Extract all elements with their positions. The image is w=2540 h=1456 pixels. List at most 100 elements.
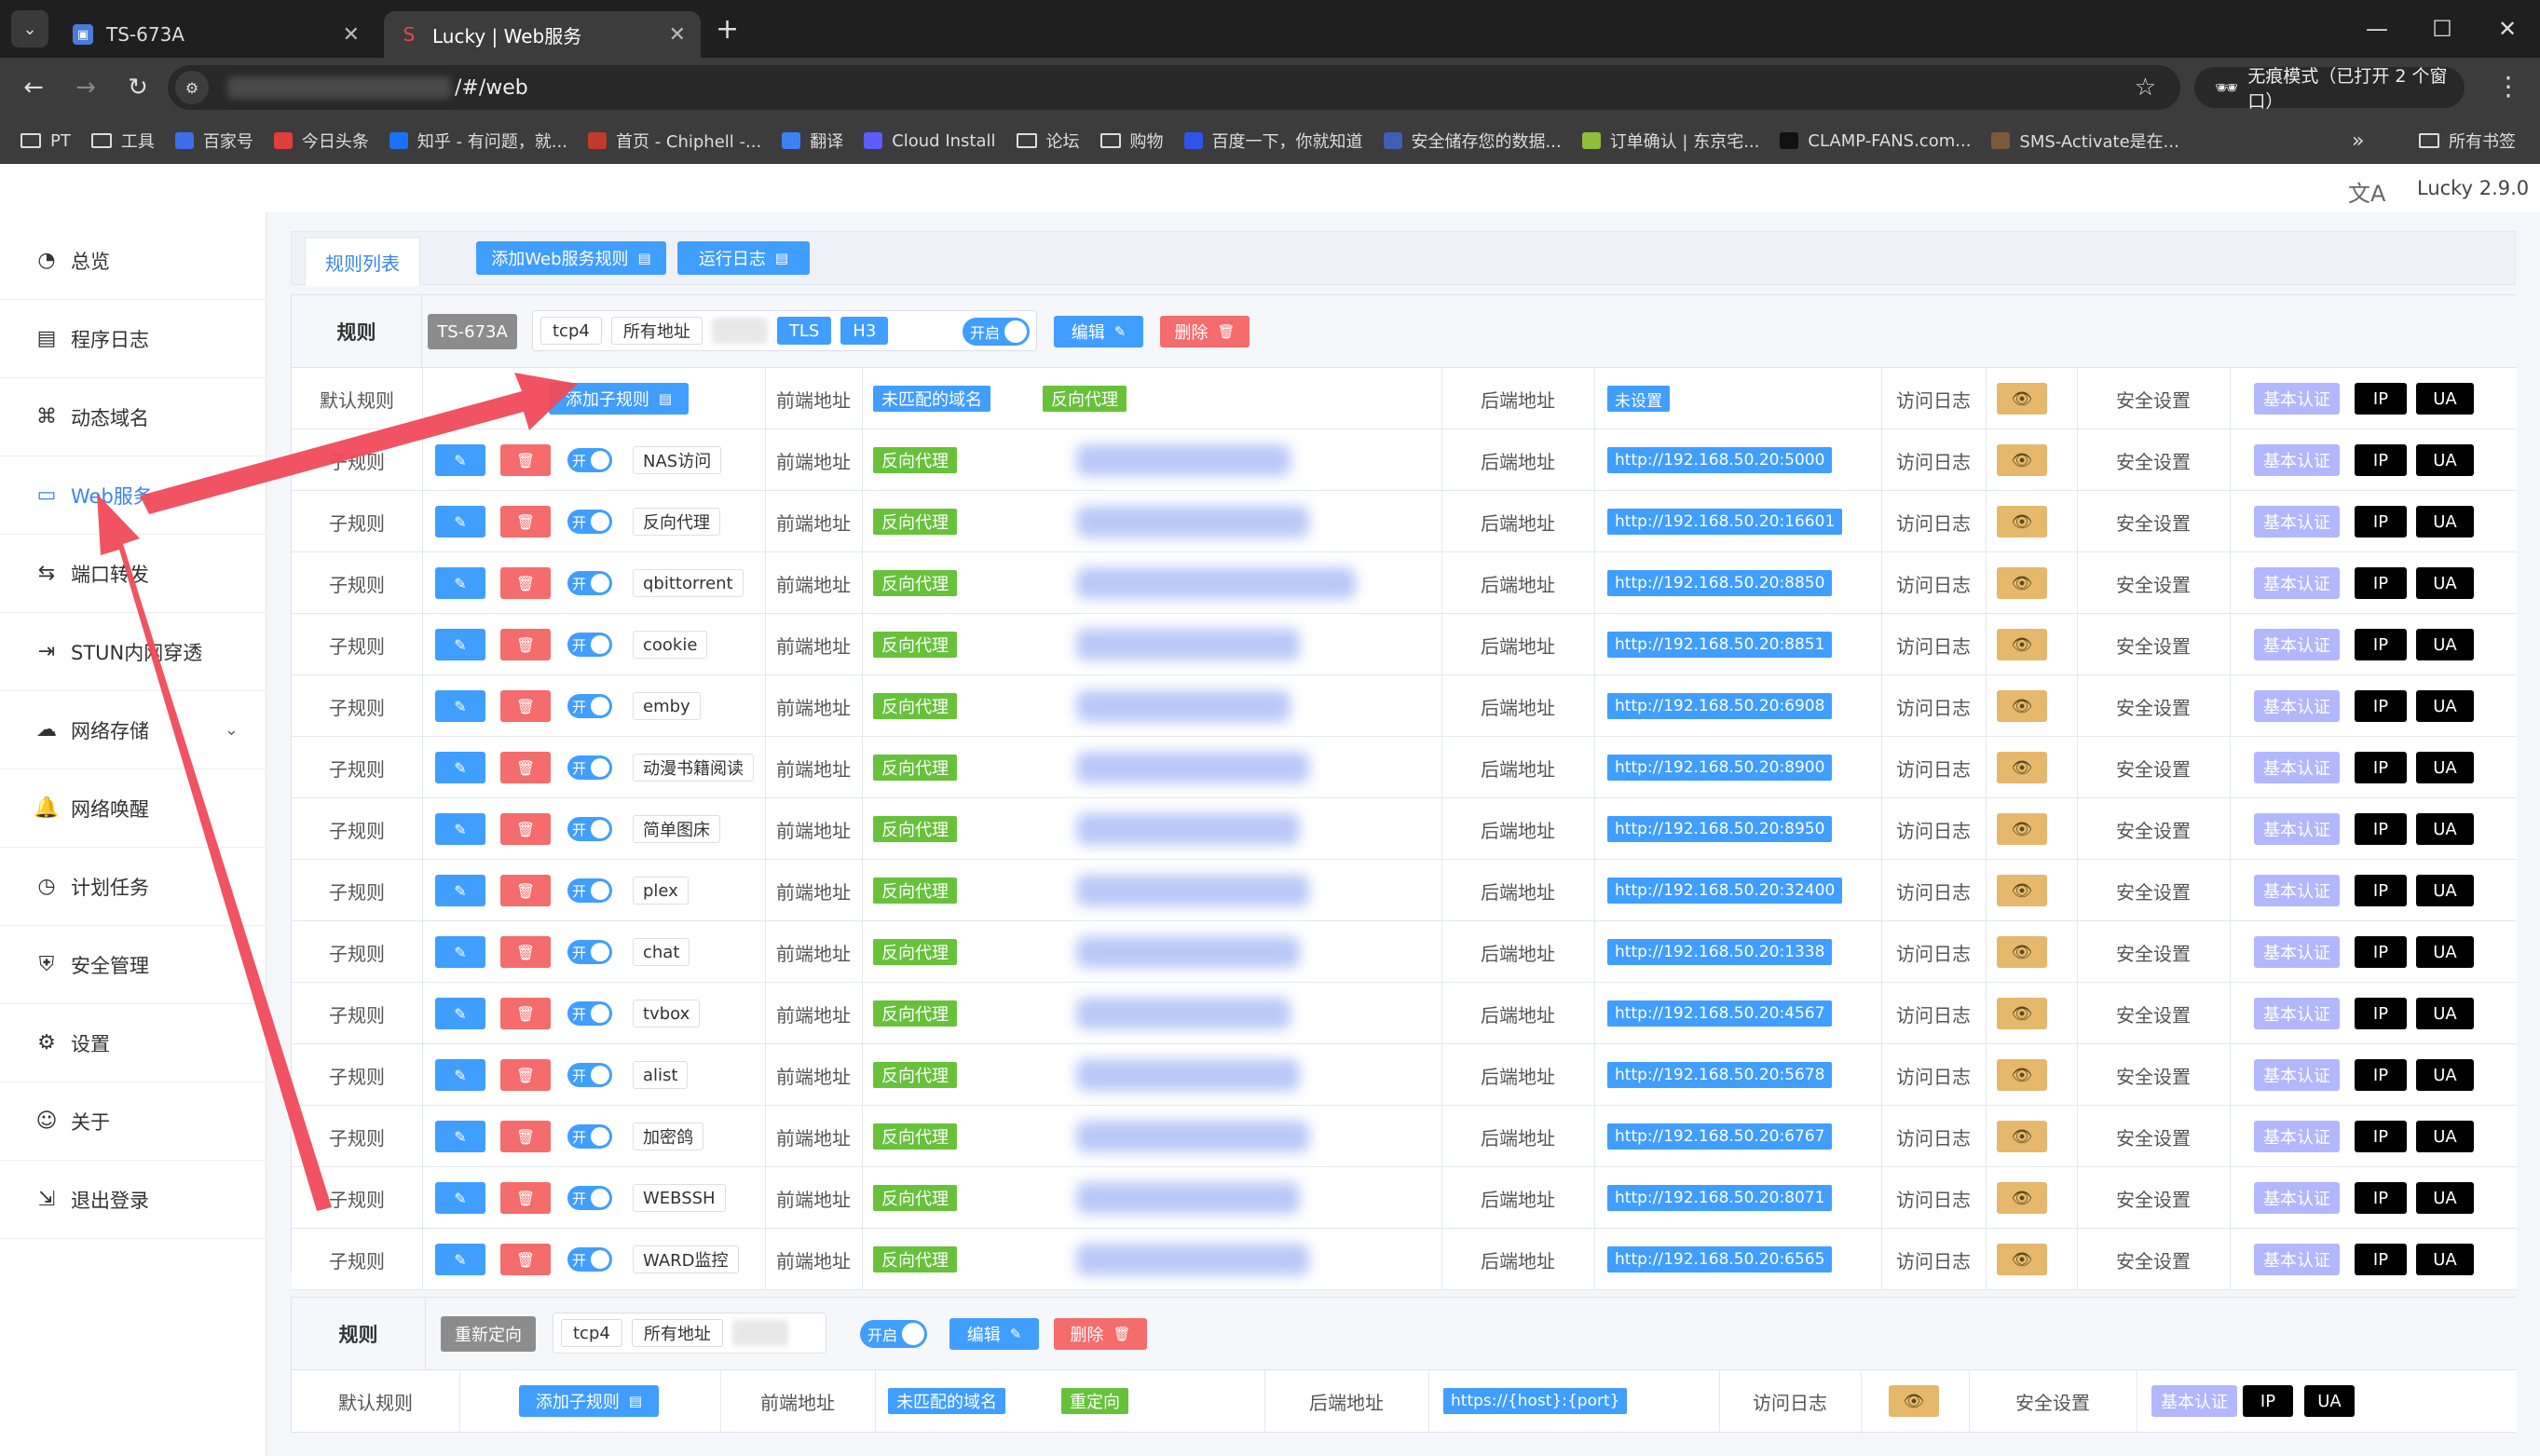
- sub-rule-toggle[interactable]: 开: [567, 448, 612, 472]
- trash-icon[interactable]: 🗑: [500, 936, 551, 968]
- ua-button[interactable]: UA: [2416, 1244, 2474, 1275]
- browser-tab-lucky[interactable]: S Lucky | Web服务 ✕: [384, 11, 701, 58]
- edit-rule-button[interactable]: 编辑 ✎: [949, 1318, 1039, 1350]
- basic-auth-button[interactable]: 基本认证: [2254, 1244, 2340, 1275]
- add-sub-rule-button[interactable]: 添加子规则 ▤: [519, 1385, 659, 1417]
- sidebar-item-bell[interactable]: 🔔 网络唤醒: [0, 769, 266, 848]
- ip-button[interactable]: IP: [2355, 629, 2407, 660]
- forward-icon[interactable]: →: [60, 74, 112, 102]
- ua-button[interactable]: UA: [2416, 813, 2474, 845]
- eye-icon[interactable]: 👁: [1997, 1182, 2047, 1214]
- eye-icon[interactable]: 👁: [1997, 752, 2047, 783]
- ip-button[interactable]: IP: [2355, 690, 2407, 722]
- eye-icon[interactable]: 👁: [1997, 875, 2047, 906]
- minimize-icon[interactable]: —: [2344, 0, 2410, 58]
- chevron-down-icon[interactable]: ⌄: [225, 720, 239, 740]
- ua-button[interactable]: UA: [2416, 444, 2474, 476]
- ip-button[interactable]: IP: [2355, 1182, 2407, 1214]
- basic-auth-button[interactable]: 基本认证: [2254, 383, 2340, 415]
- bookmark-star-icon[interactable]: ☆: [2135, 74, 2156, 102]
- sub-rule-toggle[interactable]: 开: [567, 878, 612, 903]
- rule-enable-toggle[interactable]: 开启: [860, 1320, 927, 1348]
- edit-icon[interactable]: ✎: [435, 444, 485, 476]
- close-window-icon[interactable]: ✕: [2475, 0, 2540, 58]
- eye-icon[interactable]: 👁: [1997, 690, 2047, 722]
- tab-rule-list[interactable]: 规则列表: [305, 238, 420, 286]
- sub-rule-toggle[interactable]: 开: [567, 1124, 612, 1149]
- reload-icon[interactable]: ↻: [112, 74, 164, 102]
- sub-rule-toggle[interactable]: 开: [567, 633, 612, 657]
- eye-icon[interactable]: 👁: [1997, 1121, 2047, 1152]
- edit-icon[interactable]: ✎: [435, 1121, 485, 1152]
- eye-icon[interactable]: 👁: [1889, 1385, 1939, 1417]
- basic-auth-button[interactable]: 基本认证: [2254, 1059, 2340, 1091]
- ua-button[interactable]: UA: [2416, 690, 2474, 722]
- eye-icon[interactable]: 👁: [1997, 506, 2047, 537]
- ip-button[interactable]: IP: [2355, 998, 2407, 1029]
- ua-button[interactable]: UA: [2416, 1059, 2474, 1091]
- ip-button[interactable]: IP: [2355, 567, 2407, 599]
- sub-rule-toggle[interactable]: 开: [567, 1186, 612, 1210]
- sub-rule-toggle[interactable]: 开: [567, 940, 612, 964]
- all-bookmarks[interactable]: 所有书签: [2419, 129, 2516, 153]
- edit-icon[interactable]: ✎: [435, 690, 485, 722]
- sidebar-item-port-forward[interactable]: ⇆ 端口转发: [0, 535, 266, 613]
- trash-icon[interactable]: 🗑: [500, 752, 551, 783]
- sub-rule-toggle[interactable]: 开: [567, 1063, 612, 1087]
- edit-icon[interactable]: ✎: [435, 567, 485, 599]
- sub-rule-toggle[interactable]: 开: [567, 510, 612, 534]
- bookmark-item[interactable]: Cloud Install: [864, 131, 996, 151]
- trash-icon[interactable]: 🗑: [500, 998, 551, 1029]
- eye-icon[interactable]: 👁: [1997, 629, 2047, 660]
- bookmark-item[interactable]: 论坛: [1016, 129, 1080, 153]
- ua-button[interactable]: UA: [2304, 1385, 2355, 1417]
- ip-button[interactable]: IP: [2355, 444, 2407, 476]
- basic-auth-button[interactable]: 基本认证: [2151, 1385, 2237, 1417]
- ip-button[interactable]: IP: [2355, 752, 2407, 783]
- edit-icon[interactable]: ✎: [435, 1244, 485, 1275]
- run-log-button[interactable]: 运行日志 ▤: [677, 241, 810, 275]
- basic-auth-button[interactable]: 基本认证: [2254, 444, 2340, 476]
- edit-rule-button[interactable]: 编辑 ✎: [1054, 316, 1143, 347]
- delete-rule-button[interactable]: 删除 🗑: [1054, 1318, 1147, 1350]
- incognito-indicator[interactable]: 🕶 无痕模式（已打开 2 个窗口）: [2194, 66, 2465, 112]
- basic-auth-button[interactable]: 基本认证: [2254, 936, 2340, 968]
- bookmark-item[interactable]: 购物: [1099, 129, 1164, 153]
- maximize-icon[interactable]: ☐: [2410, 0, 2475, 58]
- tab-search-chevron-icon[interactable]: ⌄: [11, 10, 48, 48]
- ua-button[interactable]: UA: [2416, 1182, 2474, 1214]
- sidebar-item-log[interactable]: ▤ 程序日志: [0, 300, 266, 378]
- edit-icon[interactable]: ✎: [435, 1182, 485, 1214]
- trash-icon[interactable]: 🗑: [500, 813, 551, 845]
- bookmark-item[interactable]: CLAMP-FANS.com...: [1780, 131, 1971, 151]
- sidebar-item-logout[interactable]: ⇲ 退出登录: [0, 1161, 266, 1239]
- eye-icon[interactable]: 👁: [1997, 813, 2047, 845]
- ip-button[interactable]: IP: [2355, 1244, 2407, 1275]
- sub-rule-toggle[interactable]: 开: [567, 817, 612, 841]
- ua-button[interactable]: UA: [2416, 875, 2474, 906]
- sub-rule-toggle[interactable]: 开: [567, 1247, 612, 1272]
- eye-icon[interactable]: 👁: [1997, 1244, 2047, 1275]
- browser-tab-ts673a[interactable]: ▣ TS-673A ✕: [58, 11, 375, 58]
- bookmark-item[interactable]: 百家号: [174, 129, 253, 153]
- bookmark-item[interactable]: 安全储存您的数据...: [1383, 129, 1562, 153]
- new-tab-icon[interactable]: +: [716, 13, 739, 46]
- ua-button[interactable]: UA: [2416, 383, 2474, 415]
- trash-icon[interactable]: 🗑: [500, 506, 551, 537]
- back-icon[interactable]: ←: [7, 74, 60, 102]
- basic-auth-button[interactable]: 基本认证: [2254, 1182, 2340, 1214]
- bookmark-item[interactable]: 订单确认 | 东京宅...: [1581, 129, 1759, 153]
- add-web-rule-button[interactable]: 添加Web服务规则 ▤: [476, 241, 666, 275]
- sub-rule-toggle[interactable]: 开: [567, 694, 612, 718]
- sidebar-item-clock[interactable]: ◷ 计划任务: [0, 848, 266, 926]
- sidebar-item-about[interactable]: ☺ 关于: [0, 1082, 266, 1161]
- trash-icon[interactable]: 🗑: [500, 1182, 551, 1214]
- bookmark-item[interactable]: PT: [20, 131, 71, 151]
- trash-icon[interactable]: 🗑: [500, 1244, 551, 1275]
- ip-button[interactable]: IP: [2355, 875, 2407, 906]
- url-text[interactable]: /#/web: [455, 76, 528, 100]
- sidebar-item-cloud-storage[interactable]: ☁ 网络存储 ⌄: [0, 691, 266, 769]
- sidebar-item-ddns[interactable]: ⌘ 动态域名: [0, 378, 266, 456]
- trash-icon[interactable]: 🗑: [500, 875, 551, 906]
- sidebar-item-stun[interactable]: ⇥ STUN内网穿透: [0, 613, 266, 691]
